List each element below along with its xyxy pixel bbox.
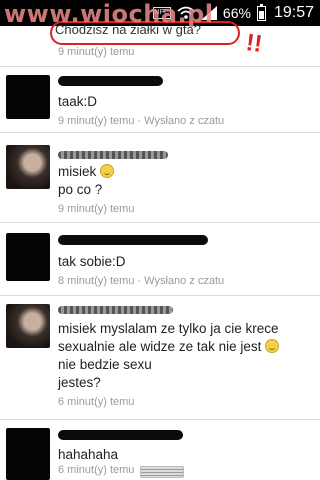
avatar[interactable] (6, 233, 50, 281)
avatar[interactable] (6, 145, 50, 189)
emoji-smile-icon (265, 339, 280, 353)
message-meta: 9 minut(y) temu (58, 203, 135, 215)
emoji-smile-icon (100, 164, 115, 178)
censored-name (58, 306, 173, 314)
avatar[interactable] (6, 75, 50, 119)
avatar[interactable] (6, 304, 50, 348)
battery-percent: 66% (222, 5, 251, 21)
message-text: tak sobie:D (58, 254, 126, 269)
red-annotation-marks: !! (244, 29, 264, 58)
watermark: www.wiocha.pl (4, 0, 214, 28)
censored-name (58, 151, 168, 159)
censored-name (58, 76, 163, 86)
message-meta: 8 minut(y) temu · Wysłano z czatu (58, 275, 225, 287)
message-text: misiek myslalam ze tylko ja cie krece se… (58, 321, 280, 390)
message-text: hahahaha (58, 447, 119, 462)
censored-name (58, 430, 183, 440)
censored-name (58, 235, 208, 245)
avatar[interactable] (6, 428, 50, 480)
message-meta: 6 minut(y) temu (58, 464, 135, 476)
message-text: taak:D (58, 94, 98, 109)
message-item[interactable]: misiek myslalam ze tylko ja cie krece se… (0, 296, 320, 416)
message-meta: 9 minut(y) temu · Wysłano z czatu (58, 115, 225, 127)
clock: 19:57 (273, 4, 314, 21)
top-message-meta: 9 minut(y) temu (58, 46, 135, 58)
message-text: misiek po co ? (58, 163, 313, 199)
message-meta: 6 minut(y) temu (58, 396, 135, 408)
message-item[interactable]: tak sobie:D 8 minut(y) temu · Wysłano z … (0, 223, 320, 293)
battery-icon (256, 3, 266, 21)
message-item[interactable]: misiek po co ? 9 minut(y) temu (0, 133, 320, 223)
scroll-handle[interactable] (140, 466, 184, 478)
message-item[interactable]: taak:D 9 minut(y) temu · Wysłano z czatu (0, 67, 320, 129)
